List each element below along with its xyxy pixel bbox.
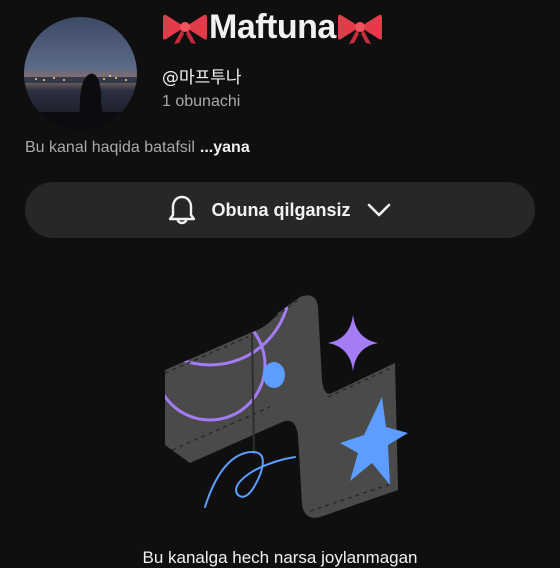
subscribe-button-label: Obuna qilgansiz [211,199,351,220]
channel-avatar[interactable] [24,17,137,130]
subscriber-count: 1 obunachi [162,93,241,110]
empty-state-message: Bu kanalga hech narsa joylanmagan [142,548,418,567]
ribbon-emoji-icon [162,10,208,46]
channel-handle: @마프투나 [162,68,242,88]
more-link[interactable]: ...yana [200,139,250,156]
subscribed-button[interactable]: Obuna qilgansiz [25,182,535,238]
channel-title: Maftuna [162,8,383,47]
channel-description[interactable]: Bu kanal haqida batafsil ...yana [25,139,250,157]
channel-name: Maftuna [209,8,336,46]
ribbon-emoji-icon [337,10,383,46]
chevron-down-icon [365,196,393,224]
bell-icon [167,194,197,226]
empty-state-illustration [150,285,410,525]
description-text: Bu kanal haqida batafsil [25,139,195,156]
